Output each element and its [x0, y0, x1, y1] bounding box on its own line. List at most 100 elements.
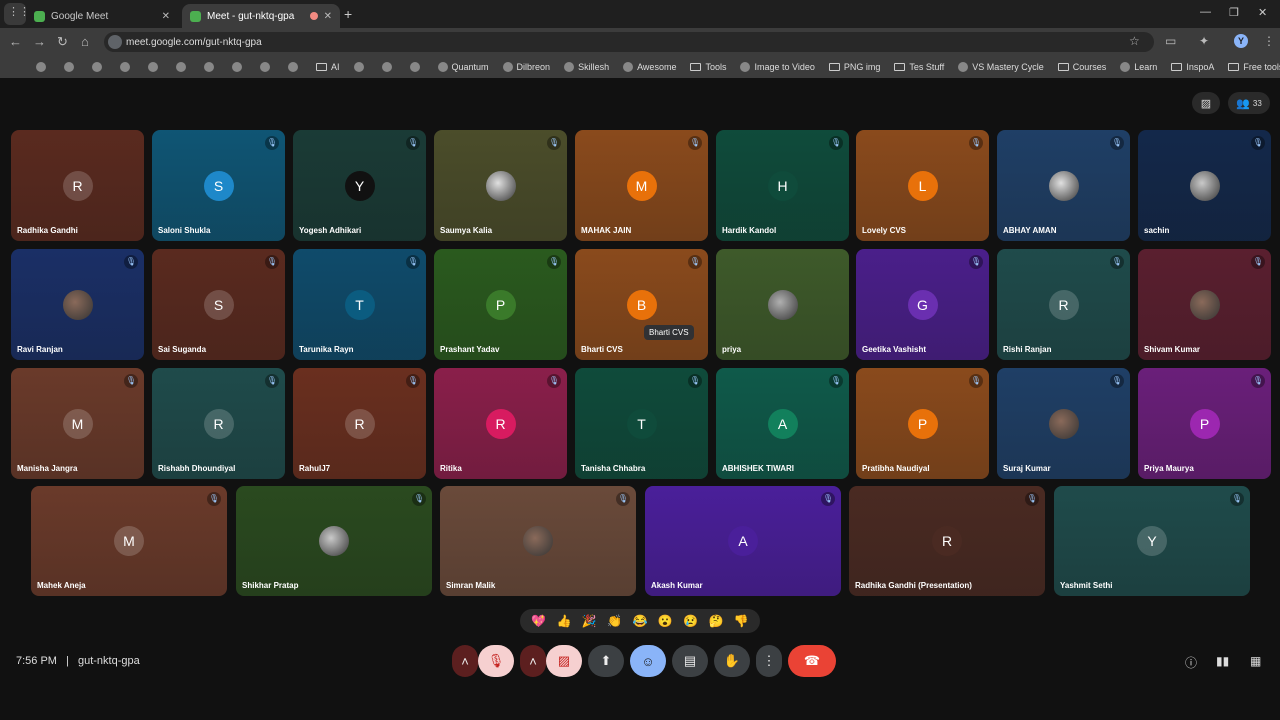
participant-tile[interactable]: P Prashant Yadav 🎙: [434, 249, 567, 360]
reaction-emoji[interactable]: 💖: [531, 614, 546, 628]
reaction-emoji[interactable]: 👏: [607, 614, 622, 628]
participant-tile[interactable]: priya: [716, 249, 849, 360]
participant-tile[interactable]: L Lovely CVS 🎙: [856, 130, 989, 241]
home-icon[interactable]: ⌂: [81, 34, 89, 49]
maximize-icon[interactable]: ❐: [1229, 6, 1239, 19]
participant-tile[interactable]: R Radhika Gandhi (Presentation) 🎙: [849, 486, 1045, 596]
participant-tile[interactable]: A Akash Kumar 🎙: [645, 486, 841, 596]
participant-tile[interactable]: T Tarunika Rayn 🎙: [293, 249, 426, 360]
bookmark-item[interactable]: [260, 62, 274, 72]
participant-tile[interactable]: Y Yogesh Adhikari 🎙: [293, 130, 426, 241]
meeting-info-icon[interactable]: ⓘ: [1185, 654, 1197, 671]
activities-icon[interactable]: ▦: [1250, 654, 1261, 668]
bookmark-item[interactable]: InspoA: [1171, 62, 1214, 72]
back-icon[interactable]: ←: [9, 34, 22, 49]
raise-hand-button[interactable]: ✋: [714, 645, 750, 677]
participant-tile[interactable]: Y Yashmit Sethi 🎙: [1054, 486, 1250, 596]
bookmark-item[interactable]: [92, 62, 106, 72]
participant-tile[interactable]: R Rishi Ranjan 🎙: [997, 249, 1130, 360]
bookmark-item[interactable]: [64, 62, 78, 72]
participant-tile[interactable]: R Ritika 🎙: [434, 368, 567, 479]
reaction-emoji[interactable]: 😮: [658, 614, 673, 628]
bookmark-item[interactable]: Skillesh: [564, 62, 609, 72]
leave-call-button[interactable]: ☎: [788, 645, 836, 677]
participant-tile[interactable]: H Hardik Kandol 🎙: [716, 130, 849, 241]
mic-toggle-button[interactable]: 🎙: [478, 645, 514, 677]
participant-tile[interactable]: G Geetika Vashisht 🎙: [856, 249, 989, 360]
bookmark-item[interactable]: [148, 62, 162, 72]
reaction-emoji[interactable]: 🎉: [582, 614, 597, 628]
apps-grid-icon[interactable]: ⋮⋮: [8, 5, 30, 18]
close-tab-icon[interactable]: ✕: [324, 11, 332, 22]
bookmark-item[interactable]: [232, 62, 246, 72]
bookmark-item[interactable]: [36, 62, 50, 72]
meeting-code[interactable]: gut-nktq-gpa: [78, 655, 140, 667]
reaction-emoji[interactable]: 😂: [633, 614, 648, 628]
bookmark-item[interactable]: [176, 62, 190, 72]
bookmark-item[interactable]: [409, 62, 424, 72]
participant-tile[interactable]: ABHAY AMAN 🎙: [997, 130, 1130, 241]
bookmark-star-icon[interactable]: ☆: [1129, 34, 1140, 48]
bookmark-item[interactable]: Learn: [1120, 62, 1157, 72]
minimize-icon[interactable]: —: [1200, 6, 1211, 18]
chat-icon[interactable]: ▮▮: [1216, 654, 1229, 668]
participant-tile[interactable]: S Sai Suganda 🎙: [152, 249, 285, 360]
participant-tile[interactable]: Suraj Kumar 🎙: [997, 368, 1130, 479]
profile-avatar[interactable]: Y: [1234, 34, 1248, 48]
extensions-icon[interactable]: ✦: [1199, 34, 1209, 48]
tab-google-meet[interactable]: Google Meet ✕: [26, 4, 178, 28]
bookmark-item[interactable]: Tes Stuff: [894, 62, 944, 72]
participant-tile[interactable]: M MAHAK JAIN 🎙: [575, 130, 708, 241]
participant-tile[interactable]: P Pratibha Naudiyal 🎙: [856, 368, 989, 479]
bookmark-item[interactable]: [288, 62, 302, 72]
participant-tile[interactable]: Shikhar Pratap 🎙: [236, 486, 432, 596]
bookmark-item[interactable]: [120, 62, 134, 72]
reactions-button[interactable]: ☺: [630, 645, 666, 677]
bookmark-item[interactable]: AI: [316, 62, 340, 72]
bookmark-item[interactable]: Dilbreon: [502, 62, 550, 72]
participant-tile[interactable]: sachin 🎙: [1138, 130, 1271, 241]
participant-tile[interactable]: T Tanisha Chhabra 🎙: [575, 368, 708, 479]
bookmark-item[interactable]: [204, 62, 218, 72]
bookmark-item[interactable]: Quantum: [437, 62, 489, 72]
captions-button[interactable]: ▤: [672, 645, 708, 677]
cast-icon[interactable]: ▭: [1165, 34, 1176, 48]
new-tab-button[interactable]: +: [344, 6, 352, 22]
participant-tile[interactable]: B Bharti CVS 🎙: [575, 249, 708, 360]
participant-tile[interactable]: M Mahek Aneja 🎙: [31, 486, 227, 596]
audio-options-button[interactable]: ˄: [452, 645, 478, 677]
bookmark-item[interactable]: Free tools: [1228, 62, 1280, 72]
participant-tile[interactable]: A ABHISHEK TIWARI 🎙: [716, 368, 849, 479]
present-button[interactable]: ⬆: [588, 645, 624, 677]
address-bar[interactable]: meet.google.com/gut-nktq-gpa: [104, 32, 1154, 52]
reaction-emoji[interactable]: 👎: [734, 614, 749, 628]
reaction-emoji[interactable]: 😢: [683, 614, 698, 628]
bookmark-item[interactable]: [381, 62, 396, 72]
video-options-button[interactable]: ˄: [520, 645, 546, 677]
participant-tile[interactable]: R Radhika Gandhi: [11, 130, 144, 241]
reaction-emoji[interactable]: 👍: [557, 614, 572, 628]
reaction-emoji[interactable]: 🤔: [708, 614, 723, 628]
reload-icon[interactable]: ↻: [57, 34, 68, 50]
site-info-icon[interactable]: [108, 35, 122, 49]
camera-toggle-button[interactable]: ▨: [546, 645, 582, 677]
more-options-button[interactable]: ⋮: [756, 645, 782, 677]
camera-off-indicator-icon[interactable]: ▨: [1192, 92, 1220, 114]
forward-icon[interactable]: →: [33, 34, 46, 49]
participant-tile[interactable]: R Rishabh Dhoundiyal 🎙: [152, 368, 285, 479]
menu-icon[interactable]: ⋮: [1263, 34, 1275, 48]
bookmark-item[interactable]: Tools: [690, 62, 726, 72]
participant-tile[interactable]: S Saloni Shukla 🎙: [152, 130, 285, 241]
bookmark-item[interactable]: Courses: [1057, 62, 1106, 72]
participant-tile[interactable]: Ravi Ranjan 🎙: [11, 249, 144, 360]
bookmark-item[interactable]: VS Mastery Cycle: [958, 62, 1044, 72]
participant-tile[interactable]: M Manisha Jangra 🎙: [11, 368, 144, 479]
bookmark-item[interactable]: Image to Video: [740, 62, 815, 72]
close-tab-icon[interactable]: ✕: [162, 11, 170, 22]
participant-tile[interactable]: R RahulJ7 🎙: [293, 368, 426, 479]
bookmark-item[interactable]: PNG img: [828, 62, 880, 72]
bookmark-item[interactable]: Awesome: [623, 62, 676, 72]
participant-tile[interactable]: P Priya Maurya 🎙: [1138, 368, 1271, 479]
participant-tile[interactable]: Saumya Kalia 🎙: [434, 130, 567, 241]
people-button[interactable]: 👥 33: [1228, 92, 1270, 114]
